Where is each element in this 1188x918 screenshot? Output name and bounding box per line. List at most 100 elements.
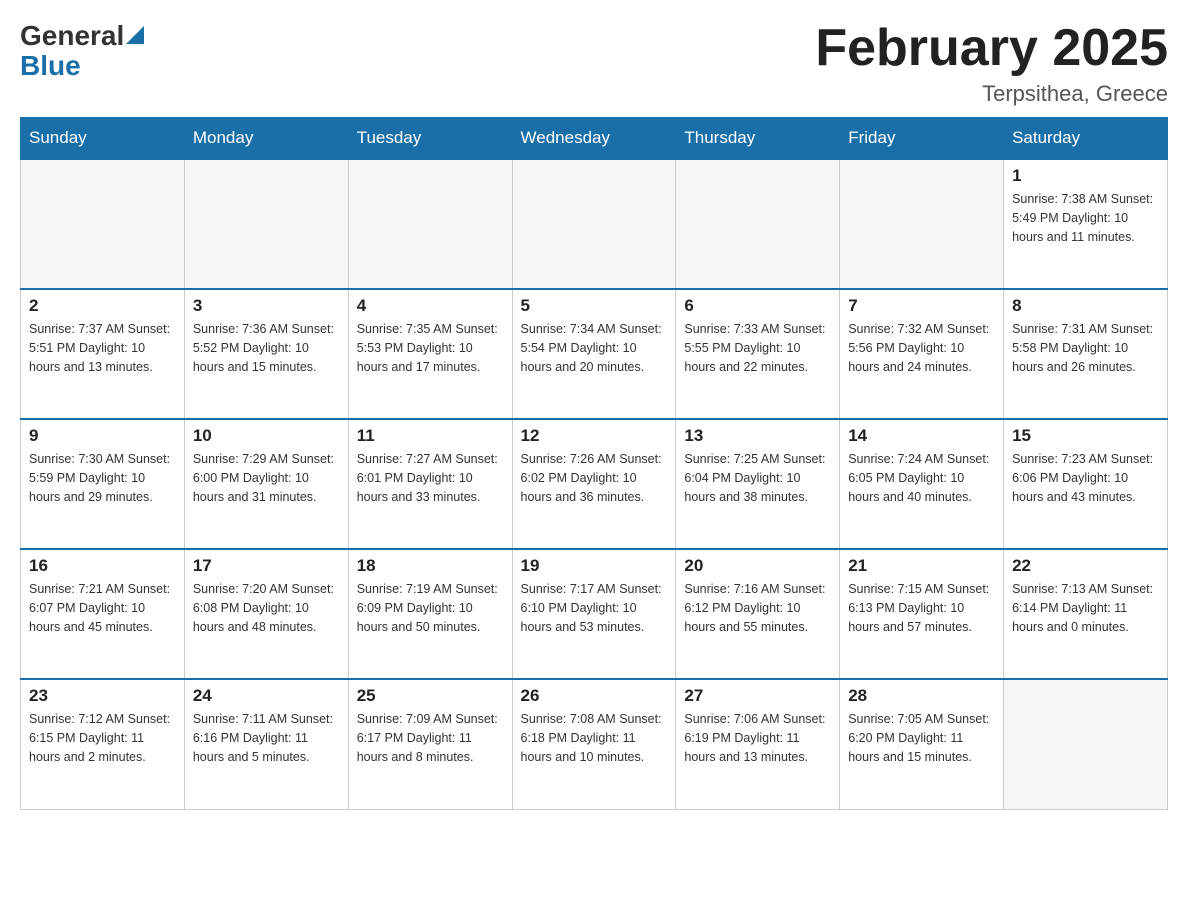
day-number: 5 (521, 296, 668, 316)
day-number: 11 (357, 426, 504, 446)
day-info: Sunrise: 7:30 AM Sunset: 5:59 PM Dayligh… (29, 450, 176, 506)
day-number: 24 (193, 686, 340, 706)
logo-arrow-icon (126, 26, 144, 44)
calendar-cell: 23 Sunrise: 7:12 AM Sunset: 6:15 PM Dayli… (21, 679, 185, 809)
day-number: 7 (848, 296, 995, 316)
calendar-cell: 28 Sunrise: 7:05 AM Sunset: 6:20 PM Dayli… (840, 679, 1004, 809)
day-info: Sunrise: 7:38 AM Sunset: 5:49 PM Dayligh… (1012, 190, 1159, 246)
day-number: 21 (848, 556, 995, 576)
day-info: Sunrise: 7:13 AM Sunset: 6:14 PM Dayligh… (1012, 580, 1159, 636)
calendar-week-row: 16 Sunrise: 7:21 AM Sunset: 6:07 PM Dayli… (21, 549, 1168, 679)
calendar-week-row: 9 Sunrise: 7:30 AM Sunset: 5:59 PM Daylig… (21, 419, 1168, 549)
weekday-header-sunday: Sunday (21, 118, 185, 160)
day-info: Sunrise: 7:11 AM Sunset: 6:16 PM Dayligh… (193, 710, 340, 766)
day-number: 6 (684, 296, 831, 316)
calendar-cell: 8 Sunrise: 7:31 AM Sunset: 5:58 PM Daylig… (1004, 289, 1168, 419)
calendar-table: SundayMondayTuesdayWednesdayThursdayFrid… (20, 117, 1168, 810)
calendar-cell: 21 Sunrise: 7:15 AM Sunset: 6:13 PM Dayli… (840, 549, 1004, 679)
weekday-header-saturday: Saturday (1004, 118, 1168, 160)
calendar-week-row: 2 Sunrise: 7:37 AM Sunset: 5:51 PM Daylig… (21, 289, 1168, 419)
weekday-header-monday: Monday (184, 118, 348, 160)
calendar-cell: 1 Sunrise: 7:38 AM Sunset: 5:49 PM Daylig… (1004, 159, 1168, 289)
day-info: Sunrise: 7:09 AM Sunset: 6:17 PM Dayligh… (357, 710, 504, 766)
calendar-header-row: SundayMondayTuesdayWednesdayThursdayFrid… (21, 118, 1168, 160)
logo-general-text: General (20, 20, 124, 52)
calendar-week-row: 23 Sunrise: 7:12 AM Sunset: 6:15 PM Dayli… (21, 679, 1168, 809)
day-number: 4 (357, 296, 504, 316)
day-info: Sunrise: 7:05 AM Sunset: 6:20 PM Dayligh… (848, 710, 995, 766)
calendar-cell: 25 Sunrise: 7:09 AM Sunset: 6:17 PM Dayli… (348, 679, 512, 809)
month-title: February 2025 (815, 20, 1168, 77)
calendar-cell: 14 Sunrise: 7:24 AM Sunset: 6:05 PM Dayli… (840, 419, 1004, 549)
day-info: Sunrise: 7:16 AM Sunset: 6:12 PM Dayligh… (684, 580, 831, 636)
day-info: Sunrise: 7:21 AM Sunset: 6:07 PM Dayligh… (29, 580, 176, 636)
calendar-cell: 17 Sunrise: 7:20 AM Sunset: 6:08 PM Dayli… (184, 549, 348, 679)
day-info: Sunrise: 7:19 AM Sunset: 6:09 PM Dayligh… (357, 580, 504, 636)
day-number: 27 (684, 686, 831, 706)
day-info: Sunrise: 7:36 AM Sunset: 5:52 PM Dayligh… (193, 320, 340, 376)
day-number: 28 (848, 686, 995, 706)
calendar-cell: 19Sunrise: 7:17 AM Sunset: 6:10 PM Dayli… (512, 549, 676, 679)
calendar-week-row: 1 Sunrise: 7:38 AM Sunset: 5:49 PM Daylig… (21, 159, 1168, 289)
day-number: 2 (29, 296, 176, 316)
calendar-cell: 10 Sunrise: 7:29 AM Sunset: 6:00 PM Dayli… (184, 419, 348, 549)
calendar-cell: 18 Sunrise: 7:19 AM Sunset: 6:09 PM Dayli… (348, 549, 512, 679)
calendar-cell: 20Sunrise: 7:16 AM Sunset: 6:12 PM Dayli… (676, 549, 840, 679)
day-number: 18 (357, 556, 504, 576)
calendar-cell (348, 159, 512, 289)
day-number: 17 (193, 556, 340, 576)
day-number: 16 (29, 556, 176, 576)
calendar-cell (676, 159, 840, 289)
day-number: 19 (521, 556, 668, 576)
title-section: February 2025 Terpsithea, Greece (815, 20, 1168, 107)
weekday-header-tuesday: Tuesday (348, 118, 512, 160)
calendar-cell: 16 Sunrise: 7:21 AM Sunset: 6:07 PM Dayli… (21, 549, 185, 679)
day-number: 26 (521, 686, 668, 706)
logo: General Blue (20, 20, 144, 80)
day-info: Sunrise: 7:24 AM Sunset: 6:05 PM Dayligh… (848, 450, 995, 506)
calendar-cell: 22 Sunrise: 7:13 AM Sunset: 6:14 PM Dayli… (1004, 549, 1168, 679)
day-number: 3 (193, 296, 340, 316)
day-number: 12 (521, 426, 668, 446)
day-info: Sunrise: 7:23 AM Sunset: 6:06 PM Dayligh… (1012, 450, 1159, 506)
day-info: Sunrise: 7:37 AM Sunset: 5:51 PM Dayligh… (29, 320, 176, 376)
day-number: 9 (29, 426, 176, 446)
calendar-cell: 24 Sunrise: 7:11 AM Sunset: 6:16 PM Dayli… (184, 679, 348, 809)
day-number: 15 (1012, 426, 1159, 446)
calendar-cell: 26Sunrise: 7:08 AM Sunset: 6:18 PM Dayli… (512, 679, 676, 809)
weekday-header-thursday: Thursday (676, 118, 840, 160)
day-number: 10 (193, 426, 340, 446)
day-number: 22 (1012, 556, 1159, 576)
calendar-cell: 2 Sunrise: 7:37 AM Sunset: 5:51 PM Daylig… (21, 289, 185, 419)
day-info: Sunrise: 7:27 AM Sunset: 6:01 PM Dayligh… (357, 450, 504, 506)
calendar-cell: 11 Sunrise: 7:27 AM Sunset: 6:01 PM Dayli… (348, 419, 512, 549)
calendar-cell: 3 Sunrise: 7:36 AM Sunset: 5:52 PM Daylig… (184, 289, 348, 419)
day-info: Sunrise: 7:15 AM Sunset: 6:13 PM Dayligh… (848, 580, 995, 636)
calendar-cell (184, 159, 348, 289)
day-info: Sunrise: 7:31 AM Sunset: 5:58 PM Dayligh… (1012, 320, 1159, 376)
calendar-cell: 13Sunrise: 7:25 AM Sunset: 6:04 PM Dayli… (676, 419, 840, 549)
calendar-cell: 15 Sunrise: 7:23 AM Sunset: 6:06 PM Dayli… (1004, 419, 1168, 549)
calendar-cell: 5Sunrise: 7:34 AM Sunset: 5:54 PM Daylig… (512, 289, 676, 419)
calendar-cell: 7 Sunrise: 7:32 AM Sunset: 5:56 PM Daylig… (840, 289, 1004, 419)
day-info: Sunrise: 7:12 AM Sunset: 6:15 PM Dayligh… (29, 710, 176, 766)
day-number: 14 (848, 426, 995, 446)
calendar-cell (21, 159, 185, 289)
location-title: Terpsithea, Greece (815, 81, 1168, 107)
day-number: 1 (1012, 166, 1159, 186)
calendar-cell (512, 159, 676, 289)
day-info: Sunrise: 7:32 AM Sunset: 5:56 PM Dayligh… (848, 320, 995, 376)
day-number: 8 (1012, 296, 1159, 316)
page-header: General Blue February 2025 Terpsithea, G… (20, 20, 1168, 107)
day-info: Sunrise: 7:33 AM Sunset: 5:55 PM Dayligh… (684, 320, 831, 376)
calendar-cell: 27 Sunrise: 7:06 AM Sunset: 6:19 PM Dayli… (676, 679, 840, 809)
day-info: Sunrise: 7:26 AM Sunset: 6:02 PM Dayligh… (521, 450, 668, 506)
day-number: 25 (357, 686, 504, 706)
weekday-header-friday: Friday (840, 118, 1004, 160)
day-number: 23 (29, 686, 176, 706)
day-info: Sunrise: 7:20 AM Sunset: 6:08 PM Dayligh… (193, 580, 340, 636)
day-info: Sunrise: 7:29 AM Sunset: 6:00 PM Dayligh… (193, 450, 340, 506)
day-info: Sunrise: 7:06 AM Sunset: 6:19 PM Dayligh… (684, 710, 831, 766)
day-number: 13 (684, 426, 831, 446)
logo-blue-text: Blue (20, 52, 81, 80)
